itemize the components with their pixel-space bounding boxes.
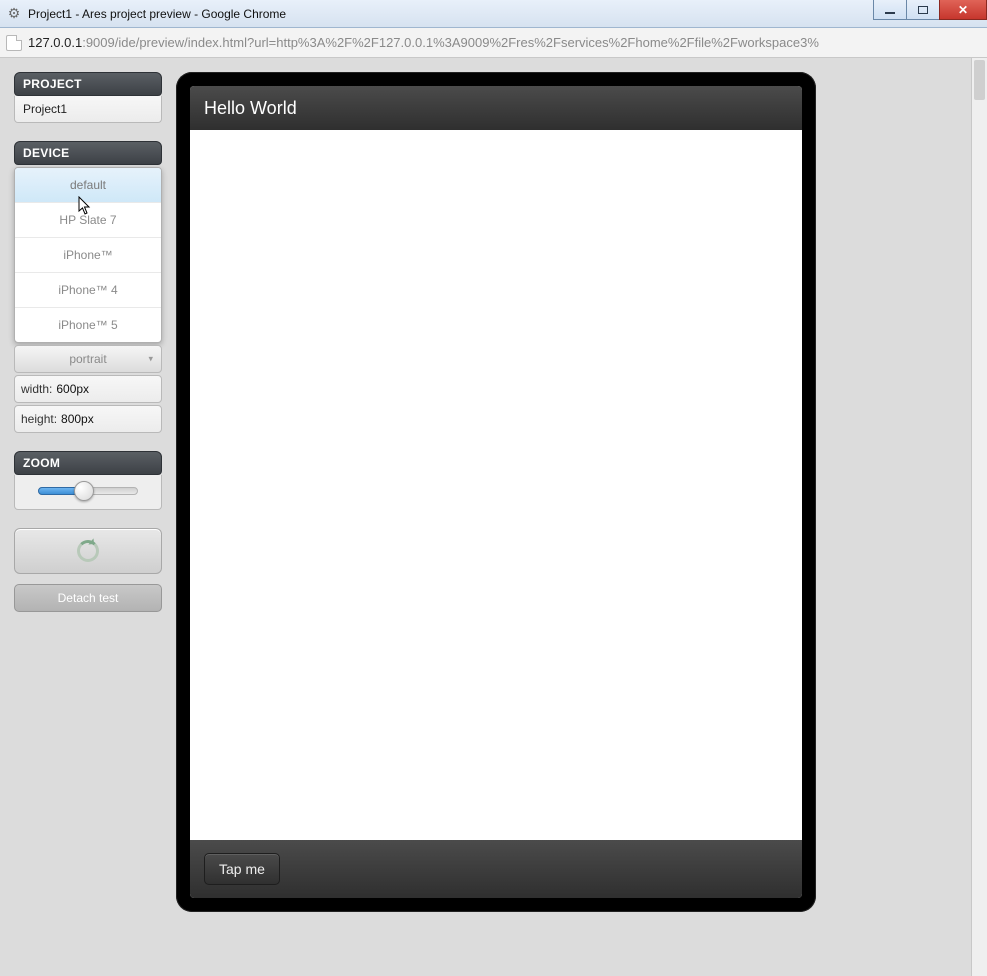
device-panel: DEVICE default HP Slate 7 iPhone™ iPhone… (14, 141, 162, 433)
device-height-row: height: 800px (14, 405, 162, 433)
window-title: Project1 - Ares project preview - Google… (28, 7, 286, 21)
height-label: height: (21, 412, 57, 426)
device-width-row: width: 600px (14, 375, 162, 403)
vertical-scrollbar[interactable] (971, 58, 987, 976)
window-maximize-button[interactable] (906, 0, 940, 20)
address-path: :9009/ide/preview/index.html?url=http%3A… (82, 35, 819, 50)
preview-app-footer: Tap me (190, 840, 802, 898)
device-option-hp-slate-7[interactable]: HP Slate 7 (15, 203, 161, 238)
reload-button[interactable] (14, 528, 162, 574)
preview-app-body (190, 130, 802, 840)
device-dropdown[interactable]: default HP Slate 7 iPhone™ iPhone™ 4 iPh… (14, 167, 162, 343)
reload-icon (77, 540, 99, 562)
device-option-iphone[interactable]: iPhone™ (15, 238, 161, 273)
window-minimize-button[interactable] (873, 0, 907, 20)
orientation-select[interactable]: portrait ▾ (14, 345, 162, 373)
project-name[interactable]: Project1 (15, 96, 161, 122)
window-close-button[interactable]: ✕ (939, 0, 987, 20)
device-option-iphone-4[interactable]: iPhone™ 4 (15, 273, 161, 308)
width-label: width: (21, 382, 52, 396)
page-icon (6, 35, 22, 51)
device-frame: Hello World Tap me (176, 72, 816, 912)
project-panel: PROJECT Project1 (14, 72, 162, 123)
tap-me-button[interactable]: Tap me (204, 853, 280, 885)
project-panel-header: PROJECT (14, 72, 162, 96)
scrollbar-thumb[interactable] (974, 60, 985, 100)
preview-app-title: Hello World (204, 98, 297, 119)
device-screen: Hello World Tap me (190, 86, 802, 898)
window-favicon: ⚙ (6, 6, 22, 22)
orientation-value: portrait (69, 352, 106, 366)
address-bar[interactable]: 127.0.0.1:9009/ide/preview/index.html?ur… (28, 34, 819, 52)
zoom-panel: ZOOM (14, 451, 162, 510)
device-option-default[interactable]: default (15, 168, 161, 203)
zoom-slider-thumb[interactable] (74, 481, 94, 501)
chevron-down-icon: ▾ (148, 354, 153, 365)
zoom-panel-header: ZOOM (14, 451, 162, 475)
preview-app-header: Hello World (190, 86, 802, 130)
detach-test-button[interactable]: Detach test (14, 584, 162, 612)
address-host: 127.0.0.1 (28, 35, 82, 50)
device-option-iphone-5[interactable]: iPhone™ 5 (15, 308, 161, 342)
zoom-slider[interactable] (38, 485, 138, 497)
width-value: 600px (56, 382, 89, 396)
height-value: 800px (61, 412, 94, 426)
device-panel-header: DEVICE (14, 141, 162, 165)
